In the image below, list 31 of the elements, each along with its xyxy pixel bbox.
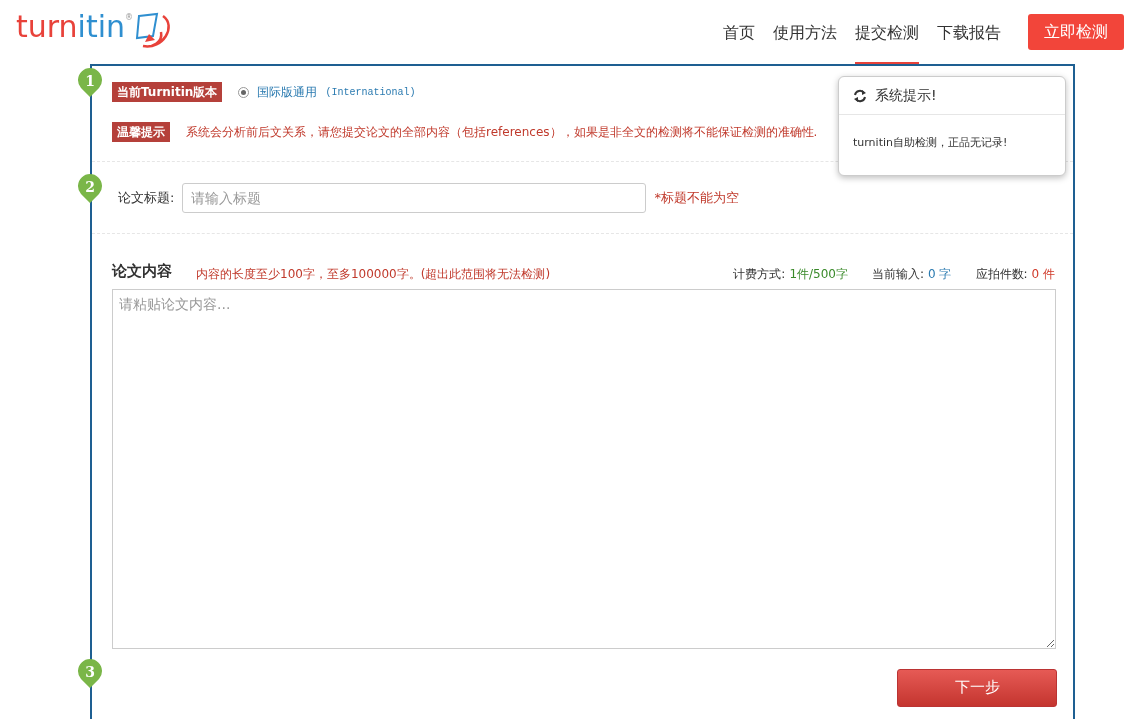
tip-label: 温馨提示 [112,122,170,142]
nav-link[interactable]: 下载报告 [937,8,1001,66]
stat-value: 0 件 [1031,266,1055,281]
nav-link[interactable]: 首页 [723,8,755,66]
step-marker: 3 [78,658,102,688]
stat-label: 当前输入: [872,266,925,281]
popover-title: 系统提示! [875,86,937,105]
version-radio-option[interactable]: 国际版通用 (International) [238,83,416,101]
stat-value: 0 字 [928,266,952,281]
next-step-button[interactable]: 下一步 [897,668,1057,707]
start-check-button[interactable]: 立即检测 [1028,14,1124,50]
content-hint: 内容的长度至少100字，至多100000字。(超出此范围将无法检测) [196,265,551,283]
version-label: 当前Turnitin版本 [112,82,223,102]
nav-link[interactable]: 使用方法 [773,8,837,66]
logo[interactable]: turnitin® [16,12,176,52]
step-marker: 2 [78,174,102,203]
stat-label: 计费方式: [733,266,786,281]
content-text-area[interactable]: 请粘贴论文内容... [112,288,1056,649]
option-label: 国际版通用 [257,84,318,101]
refresh-icon [853,89,867,103]
nav-link[interactable]: 提交检测 [855,8,919,66]
stat-label: 应拍件数: [975,266,1028,281]
content-heading: 论文内容 [112,261,172,282]
title-label: 论文标题: [118,188,175,207]
tip-text: 系统会分析前后文关系，请您提交论文的全部内容（包括references），如果是非全文的检测将不能保证检测的准确性. [186,124,818,141]
step-marker: 1 [78,68,102,97]
title-input-field[interactable]: 请输入标题 [182,182,647,213]
popover-message: turnitin自助检测，正品无记录! [852,135,1009,151]
title-error: *标题不能为空 [654,188,739,207]
stat-value: 1件/500字 [789,266,848,281]
option-note: (International) [325,85,416,100]
